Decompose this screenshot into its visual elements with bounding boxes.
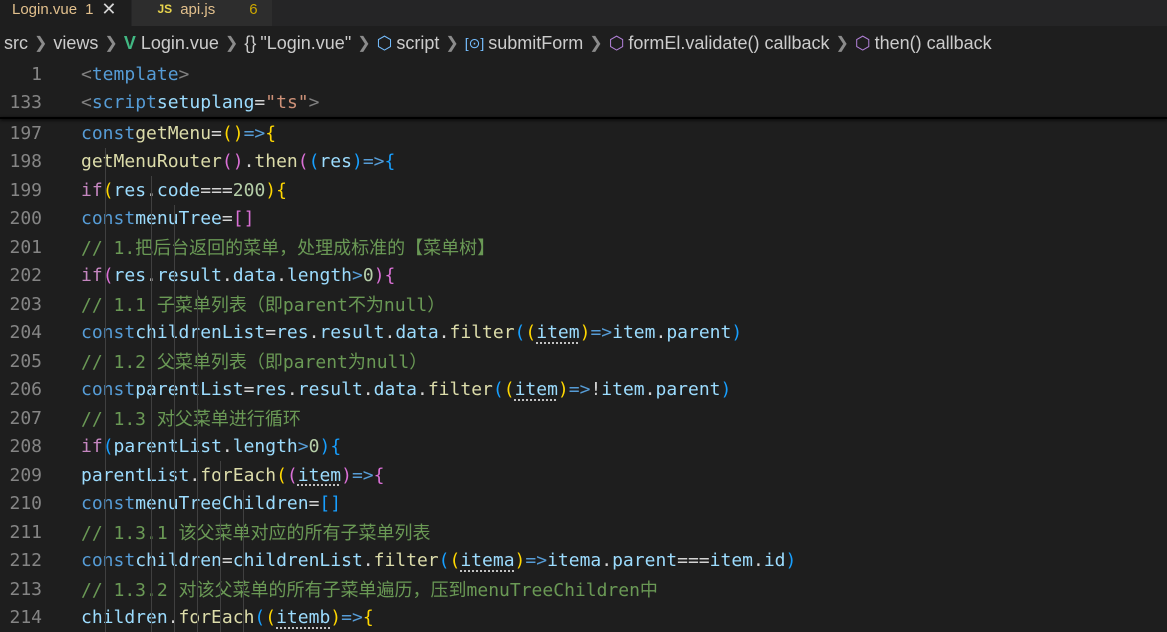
code-comment: // 1.2 父菜单列表（即parent为null） — [81, 348, 427, 374]
code-line: 210 const menuTreeChildren = [] — [0, 490, 1167, 519]
line-number: 200 — [0, 208, 81, 229]
code-line: 197const getMenu = () => { — [0, 119, 1167, 148]
breadcrumb-validate[interactable]: formEl.validate() callback — [628, 33, 829, 54]
chevron-right-icon: ❯ — [445, 33, 458, 53]
code-line: 198 getMenuRouter().then((res) => { — [0, 148, 1167, 177]
method-cube-icon: ⬡ — [855, 33, 871, 54]
code-line: 213 // 1.3.2 对该父菜单的所有子菜单遍历，压到menuTreeChi… — [0, 575, 1167, 604]
line-number: 211 — [0, 522, 81, 543]
line-number: 199 — [0, 180, 81, 201]
tab-api-js[interactable]: JS api.js 6 — [132, 0, 273, 26]
chevron-right-icon: ❯ — [104, 33, 117, 53]
breadcrumb-file[interactable]: Login.vue — [141, 33, 219, 54]
javascript-file-icon: JS — [158, 2, 173, 16]
breadcrumb-views[interactable]: views — [53, 33, 98, 54]
line-number: 209 — [0, 465, 81, 486]
breadcrumb-src[interactable]: src — [4, 33, 28, 54]
code-line: 208 if (parentList.length > 0) { — [0, 433, 1167, 462]
chevron-right-icon: ❯ — [589, 33, 602, 53]
breadcrumb-then[interactable]: then() callback — [875, 33, 992, 54]
line-number: 206 — [0, 379, 81, 400]
code-editor[interactable]: 1<template> 133<script setup lang="ts"> … — [0, 60, 1167, 632]
line-number: 203 — [0, 294, 81, 315]
line-number: 212 — [0, 550, 81, 571]
tab-api-js-badge: 6 — [249, 1, 257, 18]
chevron-right-icon: ❯ — [835, 33, 848, 53]
code-line: 214 children.forEach((itemb) => { — [0, 604, 1167, 632]
line-number: 214 — [0, 607, 81, 628]
code-line: 201 // 1.把后台返回的菜单，处理成标准的【菜单树】 — [0, 233, 1167, 262]
tab-login-vue-label: Login.vue — [12, 1, 77, 18]
code-comment: // 1.把后台返回的菜单，处理成标准的【菜单树】 — [81, 234, 495, 260]
line-number: 204 — [0, 322, 81, 343]
line-number: 197 — [0, 123, 81, 144]
code-line: 204 const childrenList = res.result.data… — [0, 319, 1167, 348]
vue-file-icon: V — [124, 33, 136, 54]
code-line: 205 // 1.2 父菜单列表（即parent为null） — [0, 347, 1167, 376]
chevron-right-icon: ❯ — [225, 33, 238, 53]
code-line: 202 if (res.result.data.length > 0) { — [0, 262, 1167, 291]
line-number: 210 — [0, 493, 81, 514]
breadcrumb: src ❯ views ❯ V Login.vue ❯ {} "Login.vu… — [0, 26, 1167, 60]
code-comment: // 1.3 对父菜单进行循环 — [81, 405, 301, 431]
line-number: 205 — [0, 351, 81, 372]
variable-icon: [⊙] — [465, 35, 485, 52]
line-number: 202 — [0, 265, 81, 286]
code-comment: // 1.3.2 对该父菜单的所有子菜单遍历，压到menuTreeChildre… — [81, 576, 658, 602]
tab-api-js-label: api.js — [180, 1, 215, 18]
line-number: 207 — [0, 408, 81, 429]
line-number: 133 — [0, 92, 81, 113]
tab-bar: Login.vue 1 ✕ JS api.js 6 — [0, 0, 1167, 26]
tab-login-vue-badge: 1 — [85, 1, 93, 18]
code-line: 211 // 1.3.1 该父菜单对应的所有子菜单列表 — [0, 518, 1167, 547]
code-comment: // 1.3.1 该父菜单对应的所有子菜单列表 — [81, 519, 431, 545]
chevron-right-icon: ❯ — [34, 33, 47, 53]
close-icon[interactable]: ✕ — [101, 0, 116, 20]
code-line: 200 const menuTree = [] — [0, 205, 1167, 234]
line-number: 201 — [0, 237, 81, 258]
breadcrumb-component[interactable]: "Login.vue" — [260, 33, 351, 54]
breadcrumb-submitform[interactable]: submitForm — [488, 33, 583, 54]
code-line: 207 // 1.3 对父菜单进行循环 — [0, 404, 1167, 433]
code-line: 206 const parentList = res.result.data.f… — [0, 376, 1167, 405]
code-comment: // 1.1 子菜单列表（即parent不为null） — [81, 291, 445, 317]
code-line: 212 const children = childrenList.filter… — [0, 547, 1167, 576]
code-line: 199 if (res.code === 200) { — [0, 176, 1167, 205]
cube-icon: ⬡ — [377, 33, 393, 54]
line-number: 198 — [0, 151, 81, 172]
method-cube-icon: ⬡ — [609, 33, 625, 54]
code-line: 133<script setup lang="ts"> — [0, 89, 1167, 118]
breadcrumb-script[interactable]: script — [396, 33, 439, 54]
line-number: 1 — [0, 64, 81, 85]
tab-login-vue[interactable]: Login.vue 1 ✕ — [0, 0, 132, 26]
chevron-right-icon: ❯ — [357, 33, 370, 53]
code-line: 1<template> — [0, 60, 1167, 89]
line-number: 208 — [0, 436, 81, 457]
line-number: 213 — [0, 579, 81, 600]
code-line: 203 // 1.1 子菜单列表（即parent不为null） — [0, 290, 1167, 319]
code-line: 209 parentList.forEach((item) => { — [0, 461, 1167, 490]
braces-icon: {} — [244, 33, 256, 54]
